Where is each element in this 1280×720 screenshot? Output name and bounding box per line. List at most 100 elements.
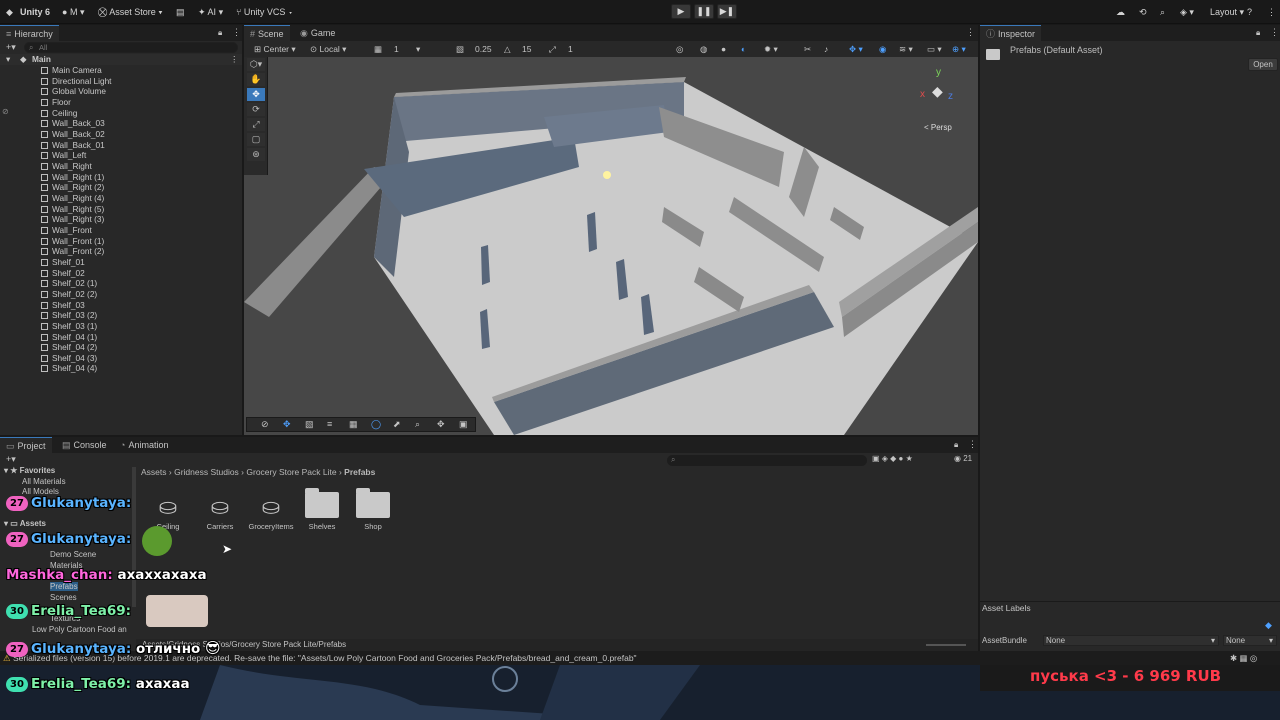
open-button[interactable]: Open (1248, 58, 1278, 71)
scene-row[interactable]: ▾ ◆ Main ⋮ (0, 54, 242, 65)
asset-ceiling[interactable]: ⛀ Ceiling (145, 492, 191, 531)
camera-icon[interactable]: ▭ ▾ (927, 42, 942, 56)
lit-icon[interactable]: ◐ (741, 42, 746, 56)
hierarchy-item[interactable]: Wall_Right (2) (0, 182, 242, 193)
panel-menu-icon[interactable]: ⋮ (1270, 27, 1279, 38)
hidden-count[interactable]: ◉ 21 (954, 454, 972, 463)
rotate-tool-icon[interactable]: ⟳ (247, 103, 265, 116)
hierarchy-item[interactable]: Wall_Back_02 (0, 129, 242, 140)
tab-hierarchy[interactable]: ≡ Hierarchy (0, 25, 59, 41)
variant-select[interactable]: None ▾ (1223, 635, 1277, 646)
scale-tool-icon[interactable]: ⤢ (247, 118, 265, 131)
help-icon[interactable]: ? (1247, 5, 1252, 19)
cloud-icon[interactable]: ☁ (1116, 5, 1125, 19)
hierarchy-item[interactable]: Shelf_02 (1) (0, 278, 242, 289)
account-dropdown[interactable]: ● M ▾ (62, 5, 84, 19)
hierarchy-item[interactable]: Wall_Front (0, 225, 242, 236)
lock-icon[interactable]: 🔒︎ (954, 440, 958, 450)
asset-groceryitems[interactable]: ⛀ GroceryItems (248, 492, 294, 531)
hierarchy-item[interactable]: Wall_Back_01 (0, 140, 242, 151)
step-button[interactable]: ▶❚ (717, 4, 737, 19)
orientation-gizmo[interactable]: y x z ◆ (914, 67, 964, 117)
tab-console[interactable]: ▤ Console (56, 437, 113, 453)
overlay-tool-6-icon[interactable]: ◯ (371, 419, 381, 430)
hierarchy-item[interactable]: Floor (0, 97, 242, 108)
asset-bundle-select[interactable]: None ▾ (1043, 635, 1219, 646)
hierarchy-item[interactable]: Shelf_03 (2) (0, 310, 242, 321)
tree-item[interactable]: Demo Scene (50, 550, 96, 559)
assets-header[interactable]: ▾ ▭ Assets (4, 519, 46, 528)
layers-toggle-icon[interactable]: ≋ ▾ (899, 42, 913, 56)
panel-menu-icon[interactable]: ⋮ (966, 27, 975, 38)
grid-value[interactable]: 1 (394, 42, 399, 56)
hierarchy-item[interactable]: Shelf_02 (2) (0, 289, 242, 300)
scene-menu-icon[interactable]: ⋮ (230, 54, 238, 65)
gizmo-move-icon[interactable]: ✥ ▾ (849, 42, 863, 56)
overlay-tool-9-icon[interactable]: ✥ (437, 419, 445, 430)
visibility-toggle-icon[interactable]: ◉ (879, 42, 886, 56)
tag-icon[interactable]: ◆ (1265, 620, 1272, 631)
hierarchy-search-input[interactable]: ⌕ All (24, 42, 238, 53)
gizmo-cube-icon[interactable]: ◆ (932, 83, 943, 100)
hierarchy-item[interactable]: Wall_Right (4) (0, 193, 242, 204)
tools-menu-icon[interactable]: ⬡▾ (247, 58, 265, 71)
icon-size-slider[interactable] (926, 644, 966, 646)
favorites-header[interactable]: ▾ ★ Favorites (4, 466, 55, 475)
filter-icon[interactable]: ▣ ◈ ◆ ● ★ (872, 454, 913, 463)
overlay-tool-3-icon[interactable]: ▧ (305, 419, 314, 430)
breadcrumb-item[interactable]: Assets (141, 467, 167, 477)
view-tool-icon[interactable]: ✋ (247, 73, 265, 86)
hierarchy-item[interactable]: Wall_Right (1) (0, 172, 242, 183)
status-icons[interactable]: ✱ ▦ ◎ (1230, 651, 1257, 665)
hierarchy-item[interactable]: Wall_Back_03 (0, 118, 242, 129)
snap-value[interactable]: 0.25 (475, 42, 492, 56)
x-axis-icon[interactable]: x (920, 89, 925, 100)
hierarchy-item[interactable]: Shelf_03 (1) (0, 321, 242, 332)
expand-arrow-icon[interactable]: ▾ (6, 54, 10, 65)
wire-icon[interactable]: ◍ (700, 42, 707, 56)
ai-button[interactable]: ✦ AI ▾ (198, 5, 223, 19)
space-dropdown[interactable]: ⊙ Local ▾ (310, 42, 346, 56)
overlay-tool-2-icon[interactable]: ✥ (283, 419, 291, 430)
y-axis-icon[interactable]: y (936, 67, 941, 78)
hierarchy-item[interactable]: Shelf_02 (0, 268, 242, 279)
add-icon[interactable]: +▾ (6, 42, 16, 53)
fx-icon[interactable]: ✂ (804, 42, 811, 56)
transform-tool-icon[interactable]: ⊛ (247, 148, 265, 161)
search-icon[interactable]: ⌕ (1160, 5, 1165, 19)
package-icon[interactable]: ▤ (176, 5, 185, 19)
asset-shelves[interactable]: Shelves (299, 488, 345, 531)
layout-dropdown[interactable]: Layout ▾ (1210, 5, 1244, 19)
scale-value[interactable]: 1 (568, 42, 573, 56)
tree-scrollbar[interactable] (132, 467, 136, 607)
breadcrumb-current[interactable]: Prefabs (344, 467, 375, 477)
hierarchy-item[interactable]: Shelf_04 (4) (0, 363, 242, 374)
favorite-item[interactable]: All Materials (22, 477, 66, 486)
play-button[interactable]: ▶ (671, 4, 691, 19)
angle-icon[interactable]: △ (504, 42, 511, 56)
hierarchy-item[interactable]: Wall_Right (5) (0, 204, 242, 215)
overlay-tool-1-icon[interactable]: ⊘ (261, 419, 269, 430)
lighting-icon[interactable]: ✹ ▾ (764, 42, 778, 56)
asset-shop[interactable]: Shop (350, 488, 396, 531)
more-icon[interactable]: ⋮ (1267, 5, 1276, 19)
shaded-icon[interactable]: ● (721, 42, 726, 56)
hierarchy-item[interactable]: Main Camera (0, 65, 242, 76)
panel-menu-icon[interactable]: ⋮ (232, 27, 241, 38)
tree-item[interactable]: Low Poly Cartoon Food an (32, 625, 127, 634)
breadcrumb-item[interactable]: Gridness Studios (174, 467, 239, 477)
tab-game[interactable]: ◉ Game (294, 25, 341, 41)
hierarchy-item[interactable]: Wall_Right (0, 161, 242, 172)
vcs-button[interactable]: ⑂ Unity VCS ▾ (236, 5, 293, 19)
overlay-tool-10-icon[interactable]: ▣ (459, 419, 468, 430)
grid-menu-icon[interactable]: ▾ (416, 42, 420, 56)
hierarchy-item[interactable]: Shelf_01 (0, 257, 242, 268)
pause-button[interactable]: ❚❚ (694, 4, 714, 19)
hierarchy-item[interactable]: Wall_Front (1) (0, 236, 242, 247)
lock-icon[interactable]: 🔒︎ (218, 28, 222, 38)
tab-inspector[interactable]: ⓘ Inspector (980, 25, 1042, 41)
visibility-icon[interactable]: ⊘ (2, 107, 9, 116)
asset-store-button[interactable]: ⛒ Asset Store ▾ (98, 5, 163, 19)
hierarchy-item[interactable]: Shelf_04 (3) (0, 353, 242, 364)
project-search-input[interactable]: ⌕ (667, 455, 867, 466)
